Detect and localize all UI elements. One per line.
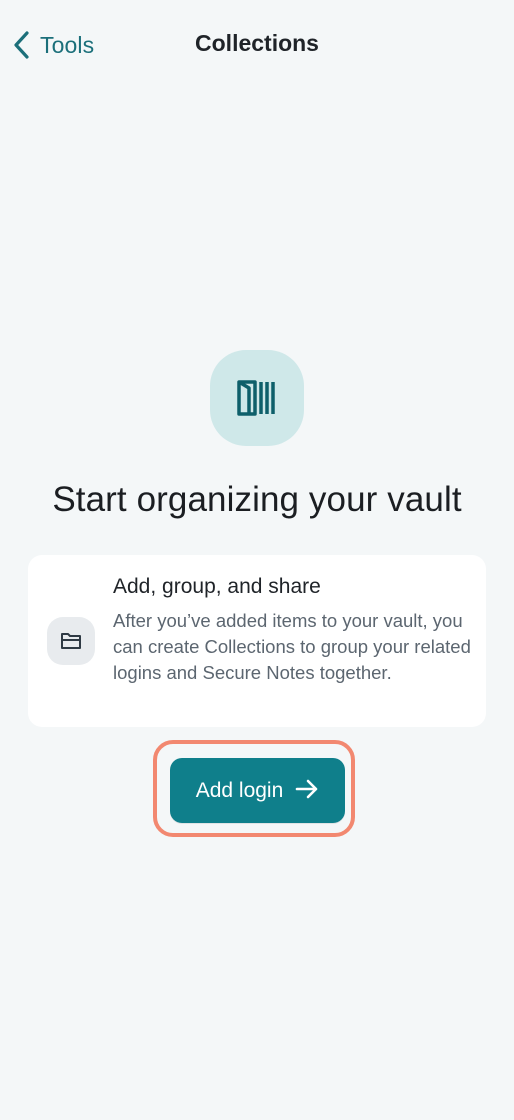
add-login-button-label: Add login — [195, 778, 284, 802]
empty-state-headline: Start organizing your vault — [52, 480, 462, 519]
collections-icon — [210, 350, 304, 446]
info-card: Add, group, and share After you’ve added… — [28, 555, 486, 727]
top-navigation-bar: Tools Collections — [0, 0, 514, 90]
info-card-title: Add, group, and share — [113, 575, 321, 598]
folder-icon — [47, 617, 95, 665]
info-card-body: After you’ve added items to your vault, … — [113, 610, 471, 683]
page-title: Collections — [195, 30, 319, 56]
add-login-button[interactable]: Add login — [170, 758, 345, 823]
arrow-right-icon — [295, 778, 319, 803]
